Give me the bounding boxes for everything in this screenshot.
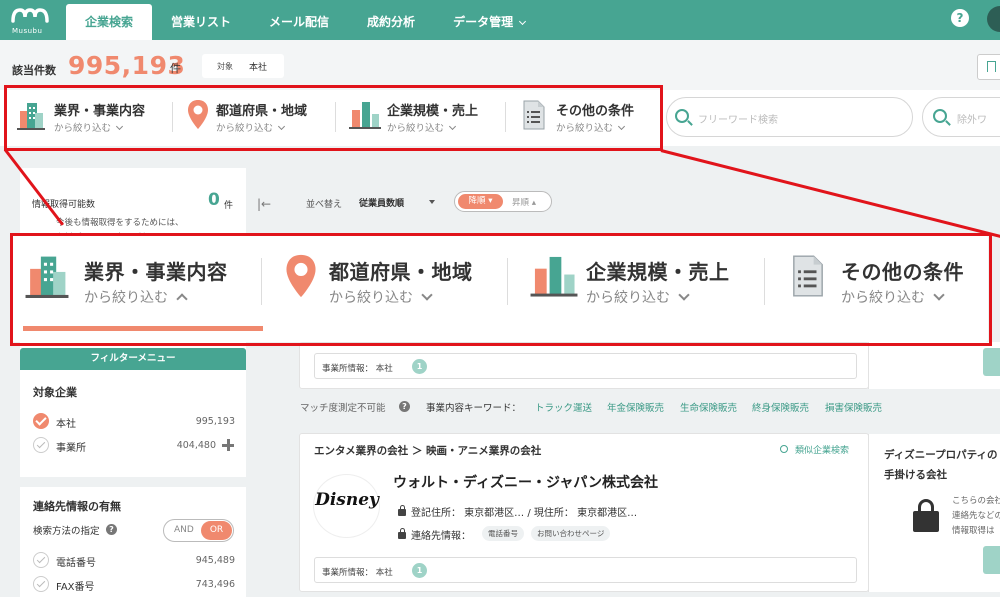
contact-info-heading: 連絡先情報の有無	[33, 500, 121, 513]
industry-breadcrumb[interactable]: エンタメ業界の会社 ＞ 映画・アニメ業界の会社	[314, 443, 541, 458]
nav-email-delivery[interactable]: メール配信	[250, 4, 348, 40]
checkbox-fax[interactable]	[33, 576, 49, 592]
lock-icon	[913, 499, 939, 532]
fax-label: FAX番号	[56, 582, 95, 593]
collapse-panel-icon[interactable]: |←	[257, 197, 271, 211]
nav-data-management-label: データ管理	[453, 15, 514, 29]
keyword-link[interactable]: トラック運送	[535, 400, 592, 414]
highlight-box-zoom	[10, 233, 992, 346]
office-info-value: 本社	[375, 568, 393, 578]
keyword-link[interactable]: 生命保険販売	[680, 400, 737, 414]
keyword-link[interactable]: 損害保険販売	[825, 400, 882, 414]
lock-icon	[398, 528, 406, 539]
office-info-key: 事業所情報：	[322, 364, 374, 374]
keyword-link[interactable]: 終身保険販売	[752, 400, 809, 414]
bookmark-icon	[987, 61, 996, 72]
chevron-down-icon	[519, 17, 527, 26]
side-title: ディズニープロパティの 手掛ける会社	[884, 445, 998, 485]
side-action-button[interactable]	[983, 348, 1000, 376]
info-available-count: 0	[208, 190, 220, 210]
info-available-unit: 件	[224, 201, 234, 211]
search-icon	[933, 109, 947, 123]
sort-select-value: 従業員数順	[359, 199, 405, 209]
target-label: 対象	[217, 62, 233, 71]
side-text: 情報取得は	[952, 526, 995, 536]
nav-deal-analysis[interactable]: 成約分析	[348, 4, 434, 40]
info-description: 今後も情報取得をするためには、	[56, 218, 184, 228]
headquarters-label: 本社	[56, 419, 76, 430]
keyword-heading: 事業内容キーワード：	[426, 403, 522, 414]
fax-count: 743,496	[195, 579, 235, 590]
side-text: 連絡先などの	[952, 511, 1000, 521]
contact-tag-inquiry: お問い合わせページ	[531, 526, 611, 541]
match-unavailable-label: マッチ度測定不可能	[300, 403, 386, 414]
order-desc-label: 降順	[468, 196, 486, 206]
checkbox-phone[interactable]	[33, 552, 49, 568]
caret-down-icon	[429, 200, 435, 204]
target-company-heading: 対象企業	[33, 386, 77, 399]
lock-icon	[398, 505, 406, 516]
office-count-badge: 1	[412, 359, 427, 374]
office-count-badge: 1	[412, 563, 427, 578]
checkbox-branch-office[interactable]	[33, 437, 49, 453]
zoom-connector-right	[660, 149, 1000, 240]
office-info-label: 事業所情報： 本社	[322, 362, 393, 374]
app-root: { "colors": {"brand": "#47a592", "accent…	[0, 0, 1000, 597]
search-method-label: 検索方法の指定	[33, 526, 100, 537]
order-asc-label: 昇順	[512, 198, 530, 208]
side-column	[868, 342, 1000, 389]
office-info-label: 事業所情報： 本社	[322, 566, 393, 578]
branch-office-label: 事業所	[56, 443, 86, 454]
nav-company-search[interactable]: 企業検索	[66, 4, 153, 40]
main-nav: 企業検索 営業リスト メール配信 成約分析 データ管理	[66, 4, 544, 40]
office-info-row[interactable]	[314, 353, 857, 379]
side-title-line2: 手掛ける会社	[884, 469, 947, 481]
help-icon[interactable]: ?	[106, 524, 117, 535]
order-desc-option[interactable]: 降順 ▾	[458, 194, 503, 209]
result-count-value: 995,193	[68, 51, 186, 80]
side-text: こちらの会社	[952, 496, 1000, 506]
headquarters-count: 995,193	[195, 416, 235, 427]
match-unavailable: マッチ度測定不可能	[300, 400, 386, 414]
company-address: 登記住所： 東京都港区… / 現住所： 東京都港区…	[411, 508, 638, 519]
logo-text: Musubu	[12, 27, 43, 35]
search-icon	[675, 109, 689, 123]
contact-tag-phone: 電話番号	[482, 526, 524, 541]
contact-info-label: 連絡先情報：	[411, 531, 471, 542]
free-word-placeholder: フリーワード検索	[698, 115, 778, 126]
side-title-line1: ディズニープロパティの	[884, 449, 998, 461]
exclude-placeholder: 除外ワ	[957, 115, 987, 126]
branch-office-count: 404,480	[176, 440, 216, 451]
side-action-button[interactable]	[983, 546, 1000, 574]
order-asc-option[interactable]: 昇順 ▴	[512, 196, 536, 208]
target-selector[interactable]	[202, 54, 284, 78]
office-info-key: 事業所情報：	[322, 568, 374, 578]
nav-sales-list[interactable]: 営業リスト	[152, 4, 250, 40]
target-value: 本社	[249, 63, 268, 73]
help-icon[interactable]: ?	[399, 401, 410, 412]
result-count-label: 該当件数	[12, 64, 56, 77]
similar-company-link[interactable]: 類似企業検索	[795, 443, 849, 456]
company-logo-text: Disney	[315, 490, 379, 510]
toggle-or-option[interactable]: OR	[201, 521, 232, 540]
phone-label: 電話番号	[56, 558, 96, 569]
office-info-value: 本社	[375, 364, 393, 374]
filter-menu-header: フィルターメニュー	[20, 348, 246, 370]
keyword-link[interactable]: 年金保険販売	[607, 400, 664, 414]
phone-count: 945,489	[195, 555, 235, 566]
result-count-unit: 件	[170, 62, 181, 75]
panel-divider	[20, 477, 246, 487]
help-icon[interactable]: ?	[951, 9, 969, 27]
sort-label: 並べ替え	[306, 200, 343, 210]
highlight-box-original	[4, 85, 663, 151]
nav-data-management[interactable]: データ管理	[434, 4, 544, 40]
checkbox-headquarters[interactable]	[33, 413, 49, 429]
office-info-row[interactable]	[314, 557, 857, 583]
plus-icon[interactable]	[222, 439, 234, 451]
search-icon	[780, 445, 788, 453]
company-name[interactable]: ウォルト・ディズニー・ジャパン株式会社	[393, 472, 658, 492]
toggle-and-option[interactable]: AND	[174, 525, 194, 535]
